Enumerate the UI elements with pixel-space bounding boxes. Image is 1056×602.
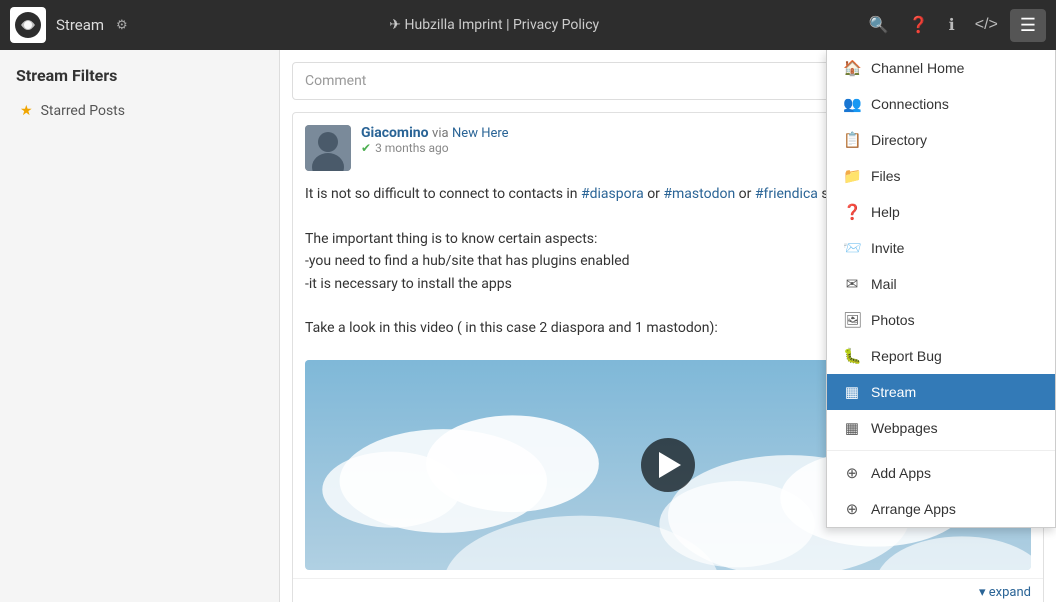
site-link[interactable]: ✈ Hubzilla Imprint | Privacy Policy — [389, 17, 599, 33]
menu-item-mail[interactable]: ✉ Mail — [827, 266, 1055, 302]
avatar — [305, 125, 351, 171]
home-icon: 🏠 — [843, 59, 861, 77]
post-via: via — [432, 126, 449, 141]
menu-label-mail: Mail — [871, 276, 897, 292]
expand-row[interactable]: ▾ expand — [293, 578, 1043, 602]
menu-label-report-bug: Report Bug — [871, 348, 942, 364]
menu-label-add-apps: Add Apps — [871, 465, 931, 481]
post-author[interactable]: Giacomino — [361, 125, 429, 141]
hamburger-menu-button[interactable]: ☰ — [1010, 9, 1046, 42]
expand-label: ▾ expand — [979, 585, 1031, 600]
sidebar-item-starred-posts[interactable]: ★ Starred Posts — [16, 97, 263, 125]
bug-icon: 🐛 — [843, 347, 861, 365]
menu-item-report-bug[interactable]: 🐛 Report Bug — [827, 338, 1055, 374]
starred-posts-label: Starred Posts — [41, 103, 125, 119]
info-button[interactable]: ℹ — [941, 9, 963, 41]
link-friendica[interactable]: #friendica — [755, 186, 818, 202]
menu-label-files: Files — [871, 168, 901, 184]
webpages-icon: ▦ — [843, 419, 861, 437]
menu-label-webpages: Webpages — [871, 420, 938, 436]
menu-item-connections[interactable]: 👥 Connections — [827, 86, 1055, 122]
menu-label-stream: Stream — [871, 384, 916, 400]
menu-label-help: Help — [871, 204, 900, 220]
help-button[interactable]: ❓ — [901, 9, 937, 41]
menu-item-arrange-apps[interactable]: ⊕ Arrange Apps — [827, 491, 1055, 527]
sidebar: Stream Filters ★ Starred Posts — [0, 50, 280, 602]
navbar-center: ✈ Hubzilla Imprint | Privacy Policy — [128, 17, 861, 33]
comment-placeholder: Comment — [305, 73, 366, 89]
stream-icon: ▦ — [843, 383, 861, 401]
arrange-apps-icon: ⊕ — [843, 500, 861, 518]
menu-label-invite: Invite — [871, 240, 904, 256]
menu-item-photos[interactable]: 🖼 Photos — [827, 302, 1055, 338]
mail-icon: ✉ — [843, 275, 861, 293]
menu-item-channel-home[interactable]: 🏠 Channel Home — [827, 50, 1055, 86]
star-icon: ★ — [20, 103, 33, 119]
timestamp-text: 3 months ago — [375, 141, 449, 155]
menu-item-webpages[interactable]: ▦ Webpages — [827, 410, 1055, 446]
verified-icon: ✔ — [361, 141, 371, 155]
code-button[interactable]: </> — [967, 10, 1006, 40]
search-button[interactable]: 🔍 — [861, 9, 897, 41]
photos-icon: 🖼 — [843, 311, 861, 329]
post-channel[interactable]: New Here — [452, 126, 509, 141]
help-menu-icon: ❓ — [843, 203, 861, 221]
menu-item-files[interactable]: 📁 Files — [827, 158, 1055, 194]
directory-icon: 📋 — [843, 131, 861, 149]
stream-nav-label: Stream — [56, 16, 104, 34]
menu-item-invite[interactable]: 📨 Invite — [827, 230, 1055, 266]
add-apps-icon: ⊕ — [843, 464, 861, 482]
menu-item-add-apps[interactable]: ⊕ Add Apps — [827, 455, 1055, 491]
menu-label-photos: Photos — [871, 312, 915, 328]
connections-icon: 👥 — [843, 95, 861, 113]
navbar-right: 🔍 ❓ ℹ </> ☰ — [861, 9, 1046, 42]
menu-label-channel-home: Channel Home — [871, 60, 964, 76]
brand: Stream ⚙ — [10, 7, 128, 43]
link-diaspora[interactable]: #diaspora — [581, 186, 644, 202]
link-mastodon[interactable]: #mastodon — [663, 186, 735, 202]
menu-item-directory[interactable]: 📋 Directory — [827, 122, 1055, 158]
menu-label-directory: Directory — [871, 132, 927, 148]
menu-item-stream[interactable]: ▦ Stream — [827, 374, 1055, 410]
play-button[interactable] — [641, 438, 695, 492]
stream-settings-icon[interactable]: ⚙ — [116, 18, 128, 33]
menu-item-help[interactable]: ❓ Help — [827, 194, 1055, 230]
invite-icon: 📨 — [843, 239, 861, 257]
dropdown-menu: 🏠 Channel Home 👥 Connections 📋 Directory… — [826, 50, 1056, 528]
app-logo[interactable] — [10, 7, 46, 43]
files-icon: 📁 — [843, 167, 861, 185]
menu-label-connections: Connections — [871, 96, 949, 112]
menu-label-arrange-apps: Arrange Apps — [871, 501, 956, 517]
dropdown-divider — [827, 450, 1055, 451]
navbar: Stream ⚙ ✈ Hubzilla Imprint | Privacy Po… — [0, 0, 1056, 50]
sidebar-title: Stream Filters — [16, 66, 263, 85]
